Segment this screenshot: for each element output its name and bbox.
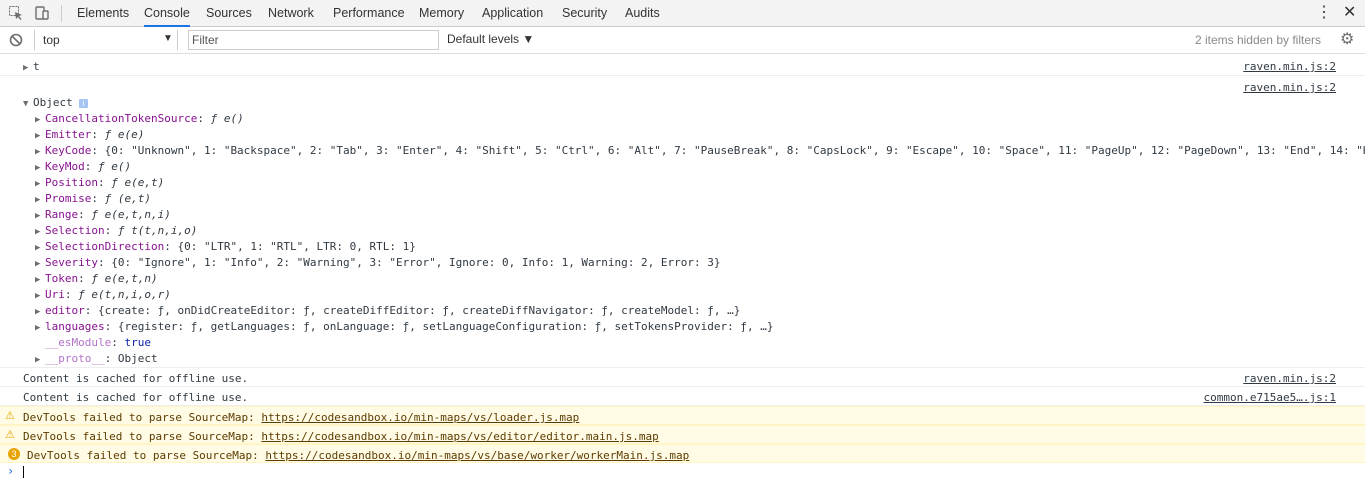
tab-performance[interactable]: Performance — [333, 0, 405, 26]
filter-input[interactable] — [188, 30, 439, 50]
collapse-triangle-icon[interactable]: ▼ — [23, 99, 33, 109]
expand-triangle-icon[interactable]: ▶ — [35, 163, 45, 173]
expand-triangle-icon[interactable]: ▶ — [35, 323, 45, 333]
tree-item[interactable]: ▶ Position: ƒ e(e,t) — [35, 176, 164, 189]
tree-item[interactable]: ▶ editor: {create: ƒ, onDidCreateEditor: … — [35, 304, 740, 317]
expand-triangle-icon[interactable]: ▶ — [35, 195, 45, 205]
more-options-icon[interactable]: ⋮ — [1316, 4, 1332, 22]
tab-application[interactable]: Application — [482, 0, 543, 26]
warning-text: DevTools failed to parse SourceMap: — [23, 430, 255, 443]
tab-security[interactable]: Security — [562, 0, 607, 26]
console-warning: 3 DevTools failed to parse SourceMap: ht… — [0, 444, 1365, 463]
warning-text: DevTools failed to parse SourceMap: — [27, 449, 259, 462]
expand-triangle-icon[interactable]: ▶ — [35, 259, 45, 269]
expand-triangle-icon[interactable]: ▶ — [23, 63, 33, 73]
source-link[interactable]: raven.min.js:2 — [1243, 372, 1336, 385]
tree-item[interactable]: ▶ __proto__: Object — [35, 352, 158, 365]
dropdown-arrow-icon: ▼ — [163, 33, 173, 44]
log-levels-dropdown[interactable]: Default levels ▼ — [447, 32, 534, 46]
tab-sources[interactable]: Sources — [206, 0, 252, 26]
context-selector[interactable]: top ▼ — [34, 30, 178, 50]
tree-item[interactable]: ▶ CancellationTokenSource: ƒ e() — [35, 112, 244, 125]
expand-triangle-icon[interactable]: ▶ — [35, 211, 45, 221]
expand-triangle-icon[interactable]: ▶ — [35, 131, 45, 141]
source-link[interactable]: raven.min.js:2 — [1243, 81, 1336, 94]
info-icon[interactable]: i — [78, 98, 88, 108]
console-warning: ⚠ DevTools failed to parse SourceMap: ht… — [0, 425, 1365, 444]
expand-triangle-icon[interactable]: ▶ — [35, 291, 45, 301]
hidden-items-note: 2 items hidden by filters — [1194, 33, 1321, 47]
warning-text: DevTools failed to parse SourceMap: — [23, 411, 255, 424]
tree-item[interactable]: ▶ Promise: ƒ (e,t) — [35, 192, 151, 205]
console-message: Content is cached for offline use. raven… — [0, 368, 1365, 387]
source-link[interactable]: raven.min.js:2 — [1243, 60, 1336, 73]
close-icon[interactable]: ✕ — [1343, 4, 1356, 22]
tree-item[interactable]: ▶ Emitter: ƒ e(e) — [35, 128, 144, 141]
console-message: raven.min.js:2 ▼ Object i ▶ CancellationTok… — [0, 76, 1365, 368]
expand-triangle-icon[interactable]: ▶ — [35, 243, 45, 253]
clear-console-icon[interactable] — [9, 33, 23, 50]
object-label: Object — [33, 96, 73, 109]
tree-item[interactable]: ▶ SelectionDirection: {0: "LTR", 1: "RTL"… — [35, 240, 416, 253]
tree-item[interactable]: ▶ Uri: ƒ e(t,n,i,o,r) — [35, 288, 171, 301]
tree-item[interactable]: ▶ Token: ƒ e(e,t,n) — [35, 272, 158, 285]
tab-audits[interactable]: Audits — [625, 0, 660, 26]
message-text: Content is cached for offline use. — [23, 391, 249, 404]
context-label: top — [43, 33, 60, 47]
tree-item[interactable]: ▶ Range: ƒ e(e,t,n,i) — [35, 208, 171, 221]
expand-triangle-icon[interactable]: ▶ — [35, 355, 45, 365]
tab-console[interactable]: Console — [144, 0, 190, 27]
tree-item[interactable]: ▶ KeyCode: {0: "Unknown", 1: "Backspace",… — [35, 144, 1365, 157]
tab-memory[interactable]: Memory — [419, 0, 464, 26]
sourcemap-link[interactable]: https://codesandbox.io/min-maps/vs/base/… — [265, 449, 689, 462]
device-toolbar-icon[interactable] — [34, 5, 50, 21]
tree-item[interactable]: ▶ Severity: {0: "Ignore", 1: "Info", 2: "… — [35, 256, 721, 269]
gear-icon[interactable]: ⚙ — [1340, 32, 1354, 48]
message-text: t — [33, 60, 40, 73]
expand-triangle-icon[interactable]: ▶ — [35, 307, 45, 317]
repeat-count-badge: 3 — [8, 448, 20, 460]
console-message: Content is cached for offline use. commo… — [0, 387, 1365, 406]
warning-icon: ⚠ — [5, 428, 15, 441]
sourcemap-link[interactable]: https://codesandbox.io/min-maps/vs/loade… — [261, 411, 579, 424]
console-prompt-icon: › — [7, 464, 15, 478]
console-input-caret[interactable] — [23, 466, 24, 478]
console-toolbar: top ▼ Default levels ▼ 2 items hidden by… — [0, 27, 1365, 54]
tree-item[interactable]: ▶ Selection: ƒ t(t,n,i,o) — [35, 224, 197, 237]
expand-triangle-icon[interactable]: ▶ — [35, 179, 45, 189]
tree-item[interactable]: ▶ languages: {register: ƒ, getLanguages: … — [35, 320, 774, 333]
expand-triangle-icon[interactable]: ▶ — [35, 147, 45, 157]
devtools-tabbar: Elements Console Sources Network Perform… — [0, 0, 1365, 27]
sourcemap-link[interactable]: https://codesandbox.io/min-maps/vs/edito… — [261, 430, 658, 443]
message-text: Content is cached for offline use. — [23, 372, 249, 385]
expand-triangle-icon[interactable]: ▶ — [35, 227, 45, 237]
warning-icon: ⚠ — [5, 409, 15, 422]
tab-network[interactable]: Network — [268, 0, 314, 26]
console-message: ▶ t raven.min.js:2 — [0, 54, 1365, 76]
expand-triangle-icon[interactable]: ▶ — [35, 275, 45, 285]
tree-item: __esModule: true — [45, 336, 151, 349]
console-warning: ⚠ DevTools failed to parse SourceMap: ht… — [0, 406, 1365, 425]
toolbar-divider — [61, 5, 62, 22]
console-output: ▶ t raven.min.js:2 raven.min.js:2 ▼ Object… — [0, 54, 1365, 489]
tab-elements[interactable]: Elements — [77, 0, 129, 26]
expand-triangle-icon[interactable]: ▶ — [35, 115, 45, 125]
source-link[interactable]: common.e715ae5….js:1 — [1204, 391, 1336, 404]
inspect-element-icon[interactable] — [8, 5, 24, 21]
tree-item[interactable]: ▶ KeyMod: ƒ e() — [35, 160, 131, 173]
